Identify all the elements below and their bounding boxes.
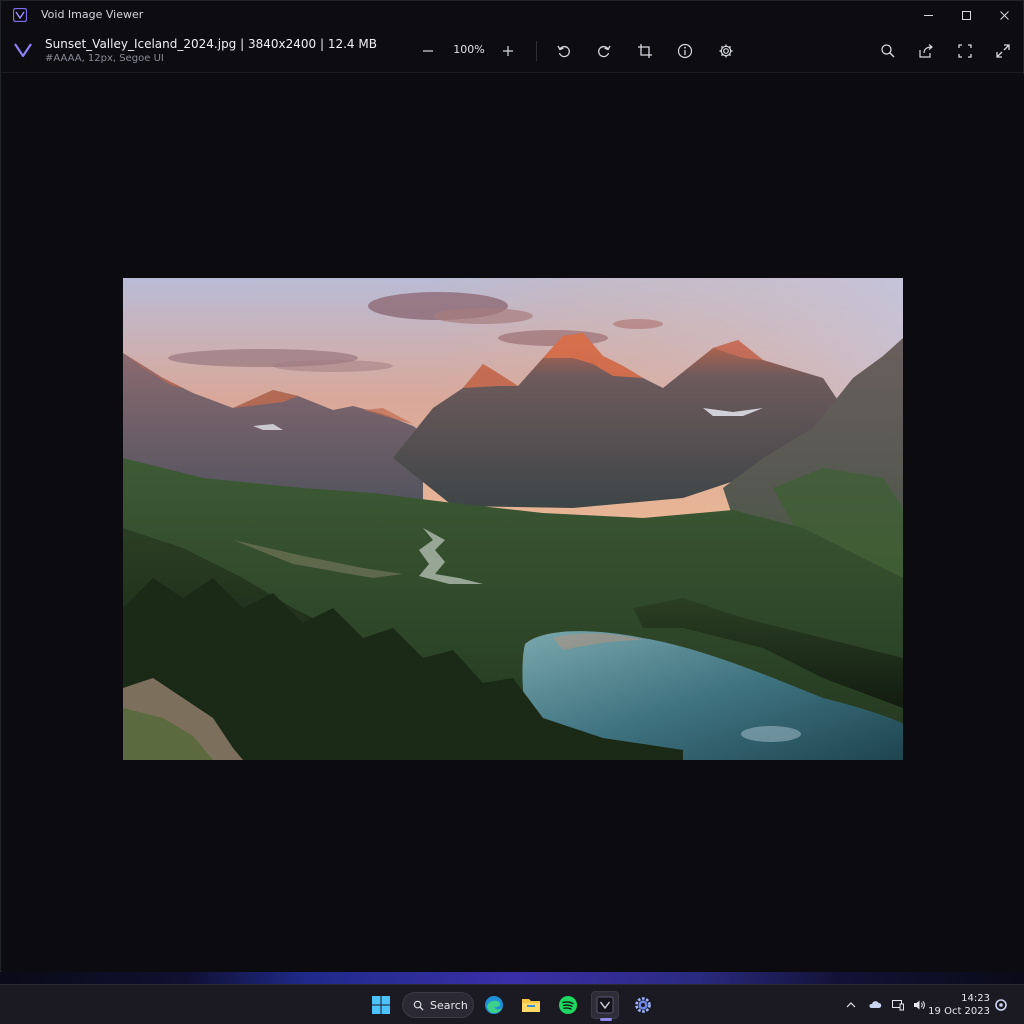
- cloud-icon: [869, 1001, 882, 1008]
- tray-overflow-button[interactable]: [843, 997, 859, 1013]
- void-viewer-app-icon: [596, 996, 614, 1014]
- rotate-left-icon: [557, 45, 570, 58]
- start-button[interactable]: [367, 991, 395, 1019]
- close-button[interactable]: [985, 1, 1023, 29]
- fit-screen-icon: [958, 44, 972, 58]
- share-icon: [919, 44, 933, 58]
- taskbar-search[interactable]: Search: [402, 992, 474, 1018]
- folder-icon: [522, 999, 540, 1012]
- displayed-photo[interactable]: [123, 278, 903, 760]
- minimize-button[interactable]: [909, 1, 947, 29]
- search-button[interactable]: [877, 40, 899, 62]
- search-icon: [881, 44, 895, 58]
- search-label: Search: [430, 998, 468, 1012]
- rotate-right-button[interactable]: [593, 40, 615, 62]
- fullscreen-button[interactable]: [992, 40, 1014, 62]
- app-title: Void Image Viewer: [41, 8, 144, 21]
- zoom-in-button[interactable]: [497, 40, 519, 62]
- taskbar-edge[interactable]: [480, 991, 508, 1019]
- maximize-button[interactable]: [947, 1, 985, 29]
- title-bar[interactable]: Void Image Viewer: [1, 1, 1023, 29]
- info-icon: [677, 43, 693, 59]
- brand-logo-icon: [14, 43, 32, 58]
- image-viewer-window: Void Image Viewer Sunset_Valley_Iceland_…: [0, 0, 1024, 972]
- notification-icon: [995, 999, 1007, 1011]
- taskbar-clock[interactable]: 14:23 19 Oct 2023: [928, 992, 990, 1018]
- fullscreen-icon: [996, 44, 1010, 58]
- taskbar-spotify[interactable]: [554, 991, 582, 1019]
- rotate-left-button[interactable]: [553, 40, 575, 62]
- active-app-indicator: [600, 1018, 612, 1021]
- taskbar: Search 14:23 19 Oct 2023: [0, 984, 1024, 1024]
- clock-time: 14:23: [961, 993, 990, 1004]
- tray-onedrive[interactable]: [867, 997, 883, 1013]
- share-button[interactable]: [915, 40, 937, 62]
- zoom-in-icon: [503, 46, 513, 56]
- taskbar-file-explorer[interactable]: [517, 991, 545, 1019]
- close-icon: [999, 10, 1009, 20]
- settings-gear-icon: [635, 997, 651, 1013]
- toolbar: Sunset_Valley_Iceland_2024.jpg | 3840x24…: [1, 29, 1023, 73]
- file-title: Sunset_Valley_Iceland_2024.jpg | 3840x24…: [45, 37, 377, 51]
- app-logo-icon: [13, 8, 27, 22]
- toolbar-divider: [536, 41, 537, 61]
- spotify-icon: [559, 996, 577, 1014]
- settings-button[interactable]: [715, 40, 737, 62]
- windows-start-icon: [372, 996, 390, 1014]
- monitor-icon: [892, 1000, 904, 1011]
- minimize-icon: [923, 14, 933, 16]
- edge-browser-icon: [485, 996, 503, 1014]
- landscape-photo-image: [123, 278, 903, 760]
- window-controls: [909, 1, 1023, 29]
- taskbar-settings[interactable]: [629, 991, 657, 1019]
- zoom-level[interactable]: 100%: [449, 43, 489, 56]
- file-subtitle: #AAAA, 12px, Segoe UI: [45, 53, 164, 64]
- tray-volume[interactable]: [911, 997, 927, 1013]
- rotate-right-icon: [598, 45, 611, 58]
- search-icon: [413, 1000, 424, 1011]
- crop-button[interactable]: [634, 40, 656, 62]
- speaker-icon: [914, 1000, 925, 1010]
- crop-icon: [638, 44, 652, 58]
- info-button[interactable]: [674, 40, 696, 62]
- chevron-up-icon: [846, 1002, 856, 1008]
- zoom-out-button[interactable]: [417, 40, 439, 62]
- clock-date: 19 Oct 2023: [928, 1006, 990, 1017]
- gear-icon: [719, 44, 733, 58]
- fit-screen-button[interactable]: [954, 40, 976, 62]
- notification-button[interactable]: [993, 997, 1009, 1013]
- zoom-out-icon: [423, 50, 433, 52]
- tray-display[interactable]: [890, 997, 906, 1013]
- taskbar-void-image-viewer[interactable]: [591, 991, 619, 1019]
- maximize-icon: [961, 10, 971, 20]
